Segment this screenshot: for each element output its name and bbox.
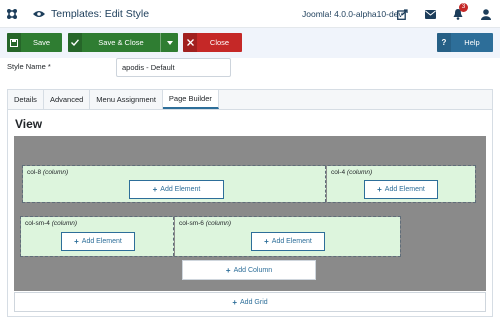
- add-element-label: Add Element: [384, 186, 425, 193]
- column-label: col-sm-4 (column): [25, 220, 77, 227]
- page-title: Templates: Edit Style: [33, 8, 149, 20]
- page-title-text: Templates: Edit Style: [51, 7, 150, 20]
- plus-icon: +: [377, 185, 382, 194]
- add-element-label: Add Element: [160, 186, 201, 193]
- style-name-label: Style Name *: [7, 62, 51, 71]
- add-element-button[interactable]: + Add Element: [251, 232, 325, 251]
- plus-icon: +: [264, 237, 269, 246]
- notification-badge: 3: [459, 3, 468, 12]
- save-icon: [7, 33, 21, 52]
- user-icon[interactable]: [479, 7, 493, 21]
- add-column-button[interactable]: + Add Column: [182, 260, 316, 280]
- help-button[interactable]: ? Help: [437, 33, 493, 52]
- column-col-sm-6: col-sm-6 (column) + Add Element: [175, 217, 400, 256]
- add-element-label: Add Element: [81, 238, 122, 245]
- add-element-button[interactable]: + Add Element: [364, 180, 438, 199]
- save-button[interactable]: Save: [7, 33, 62, 52]
- column-type: (column): [51, 220, 78, 227]
- save-label: Save: [32, 38, 51, 47]
- close-icon: [183, 33, 197, 52]
- toolbar: Save Save & Close Close ? Help: [0, 28, 500, 58]
- close-label: Close: [209, 38, 230, 47]
- header-bar: Templates: Edit Style Joomla! 4.0.0-alph…: [0, 0, 500, 28]
- view-title: View: [15, 117, 43, 131]
- column-name: col-8: [27, 169, 42, 176]
- grid-row: col-sm-4 (column) + Add Element col-sm-6 …: [20, 216, 401, 257]
- add-element-button[interactable]: + Add Element: [61, 232, 135, 251]
- external-link-icon[interactable]: [395, 7, 409, 21]
- help-icon: ?: [437, 33, 451, 52]
- column-label: col-sm-6 (column): [179, 220, 231, 227]
- bell-icon[interactable]: 3: [451, 3, 468, 21]
- check-icon: [68, 33, 82, 52]
- add-element-button[interactable]: + Add Element: [129, 180, 224, 199]
- grid-row: col-8 (column) + Add Element col-4 (colum…: [22, 165, 476, 203]
- column-label: col-4 (column): [331, 169, 372, 176]
- add-element-label: Add Element: [271, 238, 312, 245]
- column-col-4: col-4 (column) + Add Element: [327, 166, 475, 202]
- save-close-button[interactable]: Save & Close: [68, 33, 178, 52]
- column-type: (column): [205, 220, 232, 227]
- column-name: col-sm-6: [179, 220, 204, 227]
- add-grid-button[interactable]: + Add Grid: [14, 292, 486, 312]
- column-col-8: col-8 (column) + Add Element: [23, 166, 326, 202]
- tab-bar: Details Advanced Menu Assignment Page Bu…: [7, 89, 493, 109]
- plus-icon: +: [232, 297, 238, 307]
- plus-icon: +: [74, 237, 79, 246]
- mail-icon[interactable]: [423, 7, 437, 21]
- tab-advanced[interactable]: Advanced: [44, 90, 91, 109]
- help-label: Help: [464, 38, 480, 47]
- tab-details[interactable]: Details: [8, 90, 44, 109]
- column-col-sm-4: col-sm-4 (column) + Add Element: [21, 217, 174, 256]
- version-link[interactable]: Joomla! 4.0.0-alpha10-dev: [302, 9, 403, 19]
- joomla-logo-icon[interactable]: [5, 7, 19, 21]
- column-type: (column): [42, 169, 69, 176]
- column-type: (column): [346, 169, 373, 176]
- caret-down-icon: [166, 38, 173, 47]
- column-name: col-sm-4: [25, 220, 50, 227]
- save-options-dropdown[interactable]: [160, 33, 178, 52]
- add-column-label: Add Column: [233, 266, 273, 274]
- column-label: col-8 (column): [27, 169, 68, 176]
- eye-icon: [33, 10, 45, 18]
- column-name: col-4: [331, 169, 346, 176]
- plus-icon: +: [152, 185, 158, 194]
- style-name-field[interactable]: [116, 58, 231, 77]
- tab-page-builder[interactable]: Page Builder: [162, 90, 219, 109]
- plus-icon: +: [225, 265, 231, 275]
- add-grid-label: Add Grid: [240, 298, 268, 306]
- tab-menu-assignment[interactable]: Menu Assignment: [90, 90, 163, 109]
- save-close-label: Save & Close: [98, 38, 144, 47]
- close-button[interactable]: Close: [183, 33, 242, 52]
